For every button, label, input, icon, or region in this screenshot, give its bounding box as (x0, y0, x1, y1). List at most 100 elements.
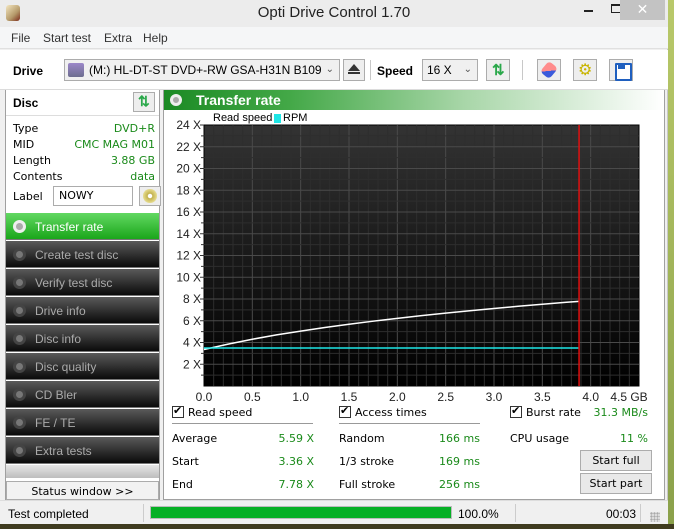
stat-end-value: 7.78 X (278, 478, 314, 491)
nav-extra-tests[interactable]: Extra tests (6, 437, 159, 464)
status-text: Test completed (8, 507, 89, 521)
progress-fill (151, 507, 451, 518)
nav-label: CD Bler (35, 388, 78, 402)
start-full-button[interactable]: Start full (580, 450, 652, 471)
y-tick-label: 22 X (176, 140, 201, 154)
checkbox-label: Read speed (188, 406, 253, 419)
main-panel: Transfer rate 2 X 4 X 6 X 8 X 10 X 12 X 14 X 16… (163, 90, 665, 500)
stat-full-stroke-value: 256 ms (439, 478, 480, 491)
disc-icon (13, 220, 26, 233)
nav-filler (6, 465, 159, 478)
disc-icon (170, 94, 182, 106)
status-divider (640, 504, 641, 522)
x-tick-label: 2.5 (437, 390, 454, 404)
disc-title: Disc (13, 96, 39, 110)
y-tick-label: 8 X (183, 292, 201, 306)
y-tick-label: 20 X (176, 162, 201, 176)
legend-rpm-swatch (274, 114, 281, 123)
menu-start-test[interactable]: Start test (43, 31, 91, 45)
toolbar-divider (522, 60, 523, 80)
panel-header: Transfer rate (164, 90, 664, 110)
stat-random-value: 166 ms (439, 432, 480, 445)
disc-label-row: Label NOWY (13, 186, 161, 208)
stat-random-label: Random (339, 432, 385, 445)
nav-cd-bler[interactable]: CD Bler (6, 381, 159, 408)
checkbox-checked-icon (510, 404, 522, 418)
disc-icon (13, 276, 26, 289)
x-tick-label: 3.5 (534, 390, 551, 404)
chevron-down-icon: ⌄ (325, 64, 334, 75)
x-tick-label: 0.0 (196, 390, 213, 404)
stat-average-label: Average (172, 432, 218, 445)
nav-drive-info[interactable]: Drive info (6, 297, 159, 324)
app-window: Opti Drive Control 1.70 ✕ File Start tes… (0, 0, 668, 529)
status-window-button[interactable]: Status window >> (6, 481, 159, 500)
stat-start-value: 3.36 X (278, 455, 314, 468)
resize-grip[interactable] (650, 512, 660, 522)
checkbox-checked-icon (339, 404, 351, 418)
toolbar-divider (370, 60, 371, 80)
x-tick-label: 4.5 GB (610, 390, 647, 404)
y-tick-label: 10 X (176, 270, 201, 284)
disc-info-length: Length 3.88 GB (13, 154, 155, 169)
info-key: Length (13, 154, 51, 167)
close-button[interactable]: ✕ (620, 0, 665, 20)
drive-select[interactable]: (M:) HL-DT-ST DVD+-RW GSA-H31N B109 ⌄ (64, 59, 340, 81)
info-value: DVD+R (113, 122, 155, 135)
minimize-icon (583, 10, 593, 12)
disc-info-contents: Contents data (13, 170, 155, 185)
nav-create-test-disc[interactable]: Create test disc (6, 241, 159, 268)
disc-label-input[interactable]: NOWY (53, 186, 133, 206)
disc-icon (13, 388, 26, 401)
info-key: Type (13, 122, 39, 135)
settings-button[interactable] (573, 59, 597, 81)
nav-transfer-rate[interactable]: Transfer rate (6, 213, 159, 240)
disc-icon (13, 360, 26, 373)
stat-start-label: Start (172, 455, 199, 468)
disc-label-button[interactable] (139, 186, 161, 206)
y-tick-label: 2 X (183, 357, 201, 371)
left-panel: Disc Type DVD+R MID CMC MAG M01 Length 3… (5, 90, 161, 500)
checkbox-label: Burst rate (526, 406, 581, 419)
start-part-button[interactable]: Start part (580, 473, 652, 494)
save-button[interactable] (609, 59, 633, 81)
stat-full-stroke-label: Full stroke (339, 478, 396, 491)
disc-icon (13, 248, 26, 261)
eject-button[interactable] (343, 59, 365, 81)
refresh-speed-button[interactable] (486, 59, 510, 81)
desktop-background (668, 0, 674, 529)
elapsed-time: 00:03 (606, 507, 637, 521)
speed-select[interactable]: 16 X ⌄ (422, 59, 478, 81)
menu-help[interactable]: Help (143, 31, 168, 45)
nav-disc-quality[interactable]: Disc quality (6, 353, 159, 380)
minimize-button[interactable] (575, 0, 601, 20)
cpu-usage-label: CPU usage (510, 432, 570, 445)
disc-refresh-button[interactable] (133, 92, 155, 112)
y-tick-label: 24 X (176, 118, 201, 132)
nav-fe-te[interactable]: FE / TE (6, 409, 159, 436)
x-axis-ticks: 0.0 0.5 1.0 1.5 2.0 2.5 3.0 3.5 4.0 4.5 GB (196, 390, 648, 404)
nav-label: Disc info (35, 332, 82, 346)
nav-label: Extra tests (35, 444, 92, 458)
drive-select-value: (M:) HL-DT-ST DVD+-RW GSA-H31N B109 (89, 63, 322, 77)
y-tick-label: 6 X (183, 314, 201, 328)
checkbox-label: Access times (355, 406, 427, 419)
speed-label: Speed (377, 64, 414, 78)
disc-info-mid: MID CMC MAG M01 (13, 138, 155, 153)
x-tick-label: 3.0 (486, 390, 503, 404)
menu-extra[interactable]: Extra (104, 31, 132, 45)
x-tick-label: 1.5 (341, 390, 358, 404)
nav-label: Drive info (35, 304, 86, 318)
y-tick-label: 16 X (176, 205, 201, 219)
menu-file[interactable]: File (11, 31, 30, 45)
chart-grid (203, 124, 640, 387)
window-title: Opti Drive Control 1.70 (257, 4, 411, 21)
disc-header: Disc (6, 90, 159, 116)
desktop-background (0, 524, 674, 529)
nav-verify-test-disc[interactable]: Verify test disc (6, 269, 159, 296)
erase-button[interactable] (537, 59, 561, 81)
info-key: MID (13, 138, 35, 151)
nav-disc-info[interactable]: Disc info (6, 325, 159, 352)
title-bar: Opti Drive Control 1.70 ✕ (0, 0, 668, 27)
stat-end-label: End (172, 478, 193, 491)
